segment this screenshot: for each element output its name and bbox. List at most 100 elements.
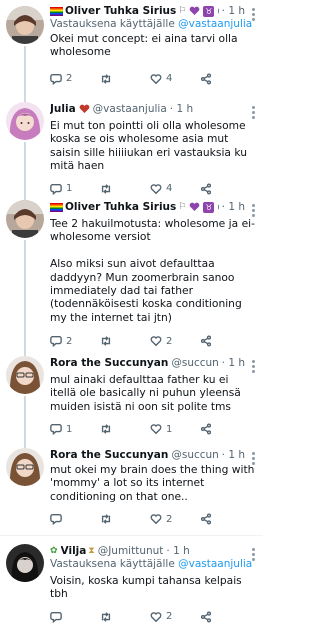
tweet[interactable]: ✿ Vilja ⧗ @Jumittunut · 1 h Vastauksena … (0, 536, 263, 623)
display-name[interactable]: Oliver Tuhka Sirius (65, 200, 176, 214)
reply-label: Vastauksena käyttäjälle (50, 558, 175, 570)
like-button[interactable]: 4 (150, 183, 200, 195)
display-name[interactable]: Julia (50, 102, 76, 116)
thread-line (24, 142, 26, 198)
timestamp[interactable]: · 1 h (222, 200, 245, 214)
tweet-text: Voisin, koska kumpi tahansa kelpais tbh (50, 574, 246, 601)
reply-button[interactable]: 1 (50, 183, 100, 195)
white-flag-icon: ⚐ (178, 6, 187, 16)
more-options-icon[interactable] (252, 360, 255, 375)
thread-line (24, 46, 26, 102)
reply-icon (50, 73, 62, 85)
timestamp[interactable]: · 1 h (170, 102, 193, 116)
avatar[interactable] (6, 544, 44, 582)
user-handle[interactable]: @succun... (171, 356, 218, 370)
like-button[interactable]: 2 (150, 335, 200, 347)
more-options-icon[interactable] (252, 548, 255, 563)
user-handle[interactable]: @succun... (171, 448, 218, 462)
more-options-icon[interactable] (252, 452, 255, 467)
retweet-button[interactable] (100, 183, 150, 195)
reply-button[interactable]: 2 (50, 73, 100, 85)
user-handle[interactable]: @... (217, 200, 218, 214)
reply-handle-link[interactable]: @vastaanjulia (178, 18, 252, 30)
tweet[interactable]: Julia @vastaanjulia · 1 h Ei mut ton poi… (0, 98, 263, 198)
more-options-icon[interactable] (252, 204, 255, 219)
retweet-button[interactable] (100, 423, 150, 435)
display-name[interactable]: Rora the Succunyan (50, 448, 168, 462)
avatar[interactable] (6, 356, 44, 394)
heart-icon (150, 74, 162, 85)
user-handle[interactable]: @Jumittunut (98, 544, 164, 558)
share-button[interactable] (200, 73, 220, 85)
avatar-image (6, 102, 44, 140)
thread-line (24, 396, 26, 446)
tweet[interactable]: Oliver Tuhka Sirius ⚐ ♉ @... · 1 h Tee 2… (0, 196, 263, 354)
like-count: 4 (166, 183, 173, 195)
reply-icon (50, 183, 62, 195)
share-icon (200, 513, 212, 525)
reply-count: 2 (66, 335, 73, 347)
like-count: 4 (166, 73, 173, 85)
tweet-header: Oliver Tuhka Sirius ⚐ ♉ @... · 1 h (50, 4, 257, 18)
pride-flag-icon (50, 202, 63, 212)
display-name[interactable]: Vilja (61, 544, 87, 558)
timestamp[interactable]: · 1 h (222, 448, 245, 462)
thread-line (24, 444, 26, 448)
share-button[interactable] (200, 423, 220, 435)
more-options-icon[interactable] (252, 106, 255, 121)
retweet-button[interactable] (100, 73, 150, 85)
tweet-actions: 2 (50, 509, 257, 529)
heart-badge-icon (189, 6, 200, 16)
heart-badge-icon (189, 202, 200, 212)
thread-line (24, 98, 26, 102)
reply-button[interactable]: 2 (50, 335, 100, 348)
tweet-header: Oliver Tuhka Sirius ⚐ ♉ @... · 1 h (50, 200, 257, 214)
timestamp[interactable]: · 1 h (222, 4, 245, 18)
reply-icon (50, 514, 62, 526)
share-button[interactable] (200, 513, 220, 525)
share-button[interactable] (200, 183, 220, 195)
like-count: 1 (166, 423, 173, 435)
retweet-icon (101, 424, 111, 434)
reply-context: Vastauksena käyttäjälle @vastaanjulia (50, 558, 257, 571)
avatar-image (6, 544, 44, 582)
tweet-text: Okei mut concept: ei aina tarvi olla who… (50, 32, 241, 59)
retweet-button[interactable] (100, 335, 150, 347)
like-button[interactable]: 1 (150, 423, 200, 435)
avatar[interactable] (6, 200, 44, 238)
retweet-icon (101, 514, 111, 524)
tweet[interactable]: Rora the Succunyan @succun... · 1 h mul … (0, 352, 263, 446)
display-name[interactable]: Rora the Succunyan (50, 356, 168, 370)
avatar[interactable] (6, 6, 44, 44)
display-name[interactable]: Oliver Tuhka Sirius (65, 4, 176, 18)
timeline: Oliver Tuhka Sirius ⚐ ♉ @... · 1 h Vasta… (0, 0, 263, 623)
tweet-text: mul ainaki defaulttaa father ku ei itell… (50, 373, 245, 413)
tweet-header: Julia @vastaanjulia · 1 h (50, 102, 257, 116)
user-handle[interactable]: @vastaanjulia (93, 102, 167, 116)
tweet-text: mut okei my brain does the thing with 'm… (50, 463, 258, 503)
tweet[interactable]: Oliver Tuhka Sirius ⚐ ♉ @... · 1 h Vasta… (0, 0, 263, 102)
timestamp[interactable]: · 1 h (166, 544, 189, 558)
reply-label: Vastauksena käyttäjälle (50, 18, 175, 30)
seedling-icon: ✿ (50, 546, 58, 556)
like-button[interactable]: 4 (150, 73, 200, 85)
retweet-button[interactable] (100, 513, 150, 525)
heart-icon (150, 514, 162, 525)
share-icon (200, 73, 212, 85)
zodiac-badge-icon: ♉ (203, 201, 215, 213)
share-icon (200, 183, 212, 195)
more-options-icon[interactable] (252, 8, 255, 23)
thread-line (24, 352, 26, 356)
timestamp[interactable]: · 1 h (222, 356, 245, 370)
reply-handle-link[interactable]: @vastaanjulia (178, 558, 252, 570)
user-handle[interactable]: @... (217, 4, 218, 18)
reply-button[interactable]: 1 (50, 423, 100, 436)
tweet[interactable]: Rora the Succunyan @succun... · 1 h mut … (0, 444, 263, 536)
like-count: 2 (166, 513, 173, 525)
like-button[interactable]: 2 (150, 513, 200, 525)
reply-button[interactable] (50, 513, 100, 526)
avatar[interactable] (6, 448, 44, 486)
share-button[interactable] (200, 335, 220, 347)
avatar[interactable] (6, 102, 44, 140)
share-icon (200, 335, 212, 347)
